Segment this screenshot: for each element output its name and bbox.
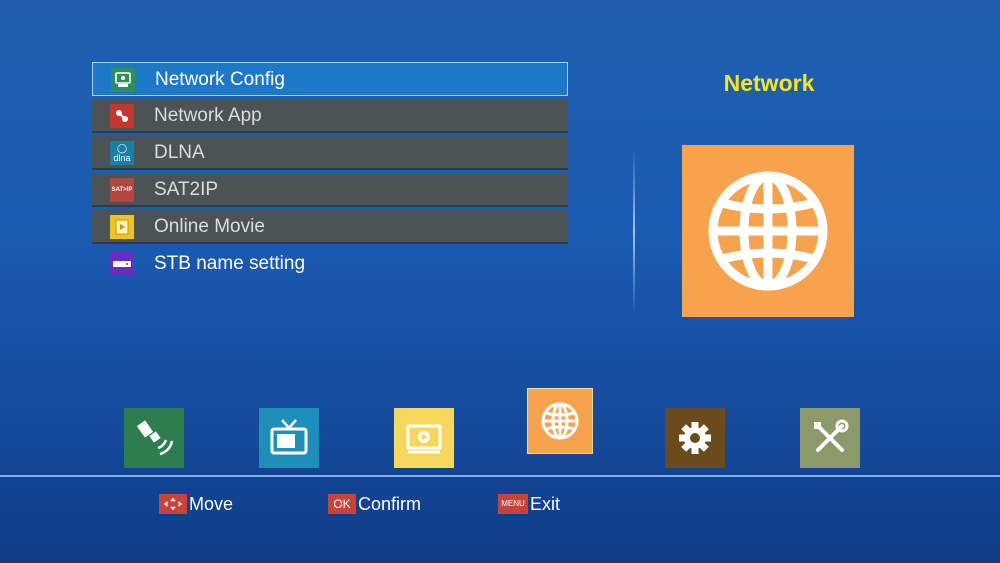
menu-item-sat2ip[interactable]: SAT>IP SAT2IP — [92, 173, 568, 207]
dlna-icon: ◯ dlna — [110, 141, 134, 165]
menu-item-label: Network App — [154, 105, 262, 126]
menu-item-label: Online Movie — [154, 216, 265, 237]
menu-item-label: Network Config — [155, 69, 285, 90]
dock-tools-icon[interactable] — [800, 408, 860, 468]
hint-confirm-label: Confirm — [358, 493, 422, 514]
dock-satellite-icon[interactable] — [124, 408, 184, 468]
menu-item-stb-name-setting[interactable]: STB name setting — [92, 247, 568, 281]
menu-item-label: STB name setting — [154, 253, 306, 274]
vertical-divider — [633, 148, 635, 316]
hint-move: Move — [159, 492, 233, 516]
arrow-keys-icon — [159, 494, 187, 514]
dock-media-player-icon[interactable] — [394, 408, 454, 468]
sat2ip-icon: SAT>IP — [110, 178, 134, 202]
sat2ip-icon-text: SAT>IP — [111, 187, 133, 193]
menu-item-online-movie[interactable]: Online Movie — [92, 210, 568, 244]
network-app-icon — [110, 104, 134, 128]
dock-globe-icon[interactable] — [527, 388, 593, 454]
network-config-icon — [111, 68, 135, 92]
menu-item-dlna[interactable]: ◯ dlna DLNA — [92, 136, 568, 170]
hint-move-label: Move — [189, 493, 234, 514]
ok-key-icon: OK — [328, 494, 356, 514]
hint-confirm: OK Confirm — [328, 492, 421, 516]
menu-key-icon: MENU — [498, 494, 528, 514]
menu-item-network-app[interactable]: Network App — [92, 99, 568, 133]
hint-exit: MENU Exit — [498, 492, 560, 516]
online-movie-icon — [110, 215, 134, 239]
menu-item-network-config[interactable]: Network Config — [92, 62, 568, 96]
preview-globe-icon — [682, 145, 854, 317]
page-title: Network — [723, 70, 815, 96]
stb-name-icon — [110, 252, 134, 276]
menu-item-label: SAT2IP — [154, 179, 219, 200]
menu-item-label: DLNA — [154, 142, 205, 163]
dock-tv-icon[interactable] — [259, 408, 319, 468]
dock-gear-icon[interactable] — [665, 408, 725, 468]
footer-divider — [0, 475, 1000, 477]
hint-exit-label: Exit — [530, 493, 561, 514]
dlna-icon-text: dlna — [113, 152, 131, 163]
